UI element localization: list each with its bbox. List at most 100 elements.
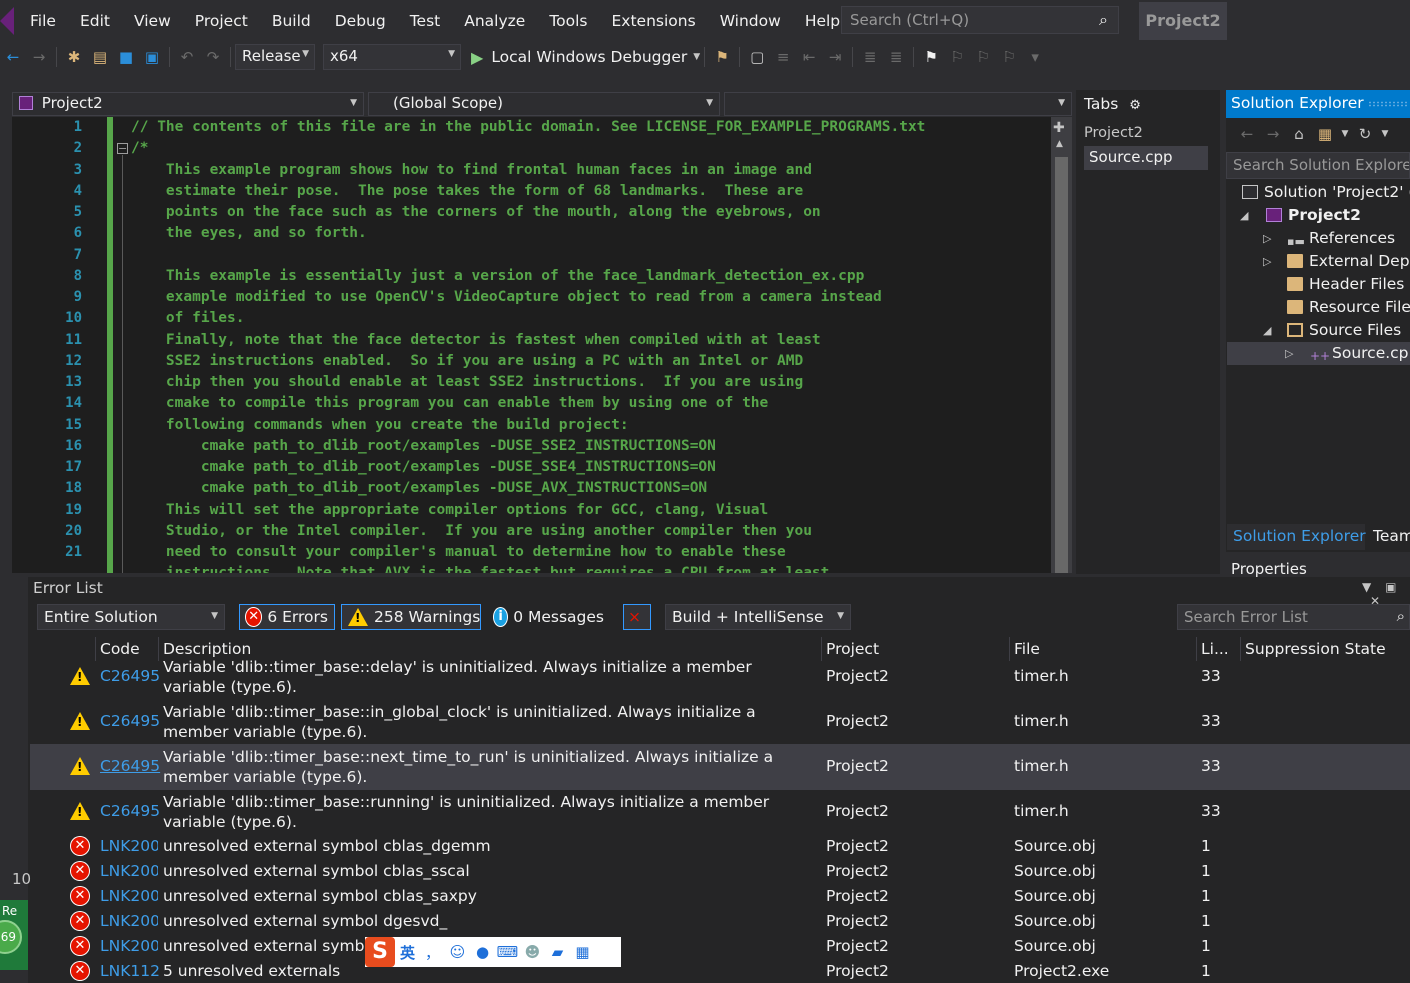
increase-indent-icon[interactable]: ⇥ <box>822 48 848 66</box>
build-intellisense-dropdown[interactable]: Build + IntelliSense ▼ <box>665 604 851 630</box>
keyboard-icon[interactable]: ⌨ <box>495 943 520 961</box>
row-code[interactable]: LNK200 <box>100 937 158 955</box>
switch-views-icon[interactable]: ▦ <box>1312 125 1338 143</box>
undo-icon[interactable]: ↶ <box>174 48 200 66</box>
warnings-filter-button[interactable]: 258 Warnings <box>341 604 481 630</box>
panel-grip[interactable] <box>1368 101 1408 107</box>
find-in-files-icon[interactable]: ⚑ <box>709 48 735 66</box>
new-item-icon[interactable]: ✱ <box>61 48 87 66</box>
tree-resource-files[interactable]: Resource File <box>1287 296 1410 319</box>
row-code[interactable]: LNK200 <box>100 887 158 905</box>
back-icon[interactable]: ← <box>1234 125 1260 143</box>
navigate-forward-icon[interactable]: → <box>26 48 52 66</box>
column-header-code[interactable]: Code <box>95 637 158 661</box>
scrollbar-thumb[interactable] <box>1055 157 1068 573</box>
tabs-file-item[interactable]: Source.cpp <box>1084 146 1208 170</box>
error-scope-dropdown[interactable]: Entire Solution ▼ <box>37 604 225 630</box>
scroll-up-icon[interactable]: ▲ <box>1056 139 1063 149</box>
menu-project[interactable]: Project <box>183 0 260 42</box>
navigate-back-icon[interactable]: ← <box>0 48 26 66</box>
row-code[interactable]: LNK112 <box>100 962 160 980</box>
previous-bookmark-icon[interactable]: ⚐ <box>944 48 970 66</box>
window-position-icon[interactable]: ▼ <box>1362 580 1371 594</box>
punctuation-icon[interactable]: ， <box>420 942 445 963</box>
row-code[interactable]: C26495 <box>100 802 160 820</box>
tab-team-explorer[interactable]: Team <box>1367 524 1410 550</box>
microphone-icon[interactable]: ● <box>470 943 495 961</box>
save-icon[interactable]: ■ <box>113 48 139 66</box>
tree-header-files[interactable]: Header Files <box>1287 273 1404 296</box>
clear-bookmarks-icon[interactable]: ⚐ <box>996 48 1022 66</box>
menu-file[interactable]: File <box>18 0 68 42</box>
align-left-icon[interactable]: ≣ <box>857 48 883 66</box>
project-nav-dropdown[interactable]: Project2 ▼ <box>12 92 364 116</box>
menu-build[interactable]: Build <box>260 0 323 42</box>
collapsed-arrow-icon[interactable]: ▷ <box>1263 255 1271 268</box>
clear-filter-button[interactable]: ⨯ <box>623 604 651 630</box>
chevron-down-icon[interactable]: ▼ <box>1338 129 1352 139</box>
collapsed-arrow-icon[interactable]: ▷ <box>1285 347 1293 360</box>
skin-icon[interactable]: ▰ <box>545 943 570 961</box>
tree-source-cpp[interactable]: ++ Source.cp <box>1310 342 1409 365</box>
row-code-link[interactable]: C26495 <box>100 757 160 775</box>
home-icon[interactable]: ⌂ <box>1286 125 1312 143</box>
quick-launch-search[interactable]: Search (Ctrl+Q) ⌕ <box>841 6 1119 34</box>
editor-vertical-scrollbar[interactable]: ✚ ▲ <box>1051 117 1072 573</box>
messages-filter-button[interactable]: i 0 Messages <box>487 604 611 630</box>
menu-view[interactable]: View <box>122 0 183 42</box>
code-text[interactable]: // The contents of this file are in the … <box>131 117 1051 573</box>
tree-external-dependencies[interactable]: External Depe <box>1287 250 1410 273</box>
decrease-indent-icon[interactable]: ⇤ <box>796 48 822 66</box>
align-right-icon[interactable]: ≣ <box>883 48 909 66</box>
row-code[interactable]: LNK200 <box>100 837 158 855</box>
menu-test[interactable]: Test <box>398 0 453 42</box>
start-debugging-button[interactable]: ▶ Local Windows Debugger ▼ <box>471 48 700 67</box>
column-header-line[interactable]: Li... <box>1196 637 1240 661</box>
menu-extensions[interactable]: Extensions <box>600 0 708 42</box>
tree-solution[interactable]: Solution 'Project2' ( <box>1242 181 1410 204</box>
configuration-dropdown[interactable]: Release ▼ <box>235 44 315 70</box>
browser-link-icon[interactable]: ▢ <box>744 48 770 66</box>
comment-out-icon[interactable]: ≡ <box>770 48 796 66</box>
floating-assistant-widget[interactable]: Re 69 <box>0 900 28 970</box>
forward-icon[interactable]: → <box>1260 125 1286 143</box>
ime-language-toggle[interactable]: 英 <box>395 942 420 963</box>
collapse-outline-icon[interactable]: − <box>117 143 128 154</box>
next-bookmark-icon[interactable]: ⚐ <box>970 48 996 66</box>
visual-studio-logo-icon[interactable] <box>0 7 14 35</box>
properties-title[interactable]: Properties <box>1231 560 1307 578</box>
chevron-down-icon[interactable]: ▼ <box>1378 129 1392 139</box>
tab-solution-explorer[interactable]: Solution Explorer <box>1227 524 1366 550</box>
row-code[interactable]: LNK200 <box>100 912 158 930</box>
tree-references[interactable]: ▪▬ References <box>1287 227 1395 250</box>
errors-filter-button[interactable]: ✕ 6 Errors <box>239 604 335 630</box>
split-window-icon[interactable]: ✚ <box>1053 120 1065 136</box>
open-file-icon[interactable]: ▤ <box>87 48 113 66</box>
bookmark-icon[interactable]: ⚑ <box>918 48 944 66</box>
row-code[interactable]: LNK200 <box>100 862 158 880</box>
menu-debug[interactable]: Debug <box>323 0 398 42</box>
error-list-search[interactable]: Search Error List ⌕ <box>1177 604 1410 630</box>
save-all-icon[interactable]: ▣ <box>139 48 165 66</box>
expanded-arrow-icon[interactable]: ◢ <box>1263 324 1271 337</box>
menu-edit[interactable]: Edit <box>68 0 122 42</box>
toolbar-overflow-icon[interactable]: ▾ <box>1022 48 1048 66</box>
scope-nav-dropdown[interactable]: (Global Scope) ▼ <box>368 92 720 116</box>
row-code[interactable]: C26495 <box>100 712 160 730</box>
column-header-file[interactable]: File <box>1009 637 1196 661</box>
tree-project[interactable]: Project2 <box>1266 204 1361 227</box>
menu-tools[interactable]: Tools <box>537 0 599 42</box>
emoji-icon[interactable]: ☺ <box>445 943 470 961</box>
platform-dropdown[interactable]: x64 ▼ <box>323 44 461 70</box>
collapsed-arrow-icon[interactable]: ▷ <box>1263 232 1271 245</box>
member-nav-dropdown[interactable]: ▼ <box>724 92 1072 116</box>
row-code[interactable]: C26495 <box>100 667 160 685</box>
menu-analyze[interactable]: Analyze <box>452 0 537 42</box>
pin-icon[interactable]: ▣ <box>1385 580 1396 594</box>
pending-changes-icon[interactable]: ↻ <box>1352 125 1378 143</box>
column-header-suppression[interactable]: Suppression State <box>1240 637 1410 661</box>
solution-explorer-search[interactable]: Search Solution Explorer <box>1226 152 1410 179</box>
sogou-logo-icon[interactable]: S <box>365 937 395 967</box>
gear-icon[interactable]: ⚙ <box>1129 98 1141 113</box>
toolbox-icon[interactable]: ▦ <box>570 943 595 961</box>
